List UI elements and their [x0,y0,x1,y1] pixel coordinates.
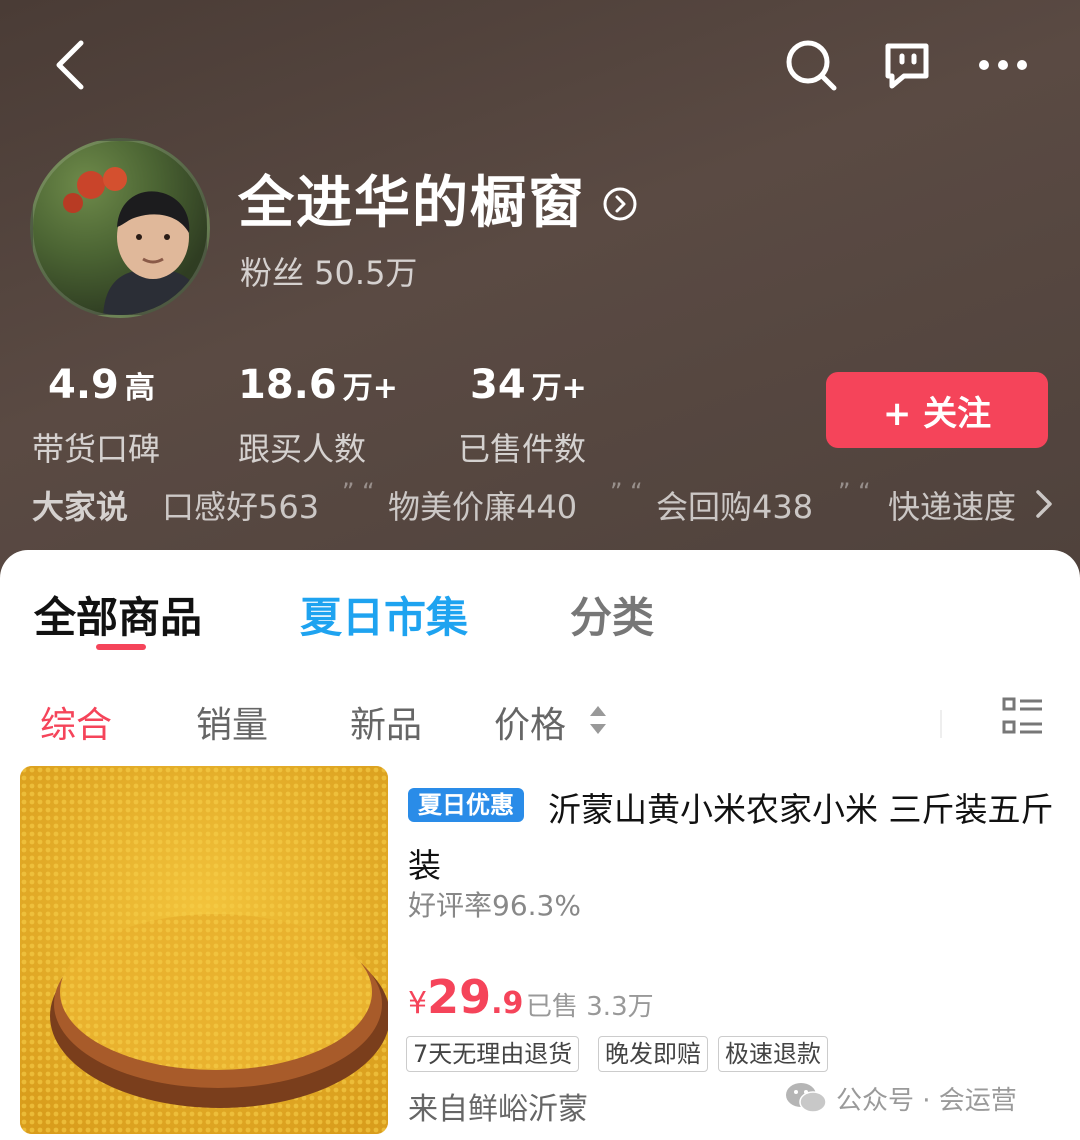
stat-reputation[interactable]: 4.9 高 带货口碑 [32,362,160,468]
seller-source[interactable]: 来自鲜峪沂蒙 [408,1084,588,1128]
store-header: 全进华的橱窗 粉丝 50.5万 4.9 高 带货口碑 18.6 万+ 跟买人数 34… [0,0,1080,580]
more-button[interactable] [970,34,1036,96]
divider [940,710,942,738]
sort-sales[interactable]: 销量 [196,696,268,748]
stat-value: 34 [470,362,526,408]
sold-count: 已售 3.3万 [526,992,654,1022]
product-panel: 全部商品 夏日市集 分类 综合 销量 新品 价格 沂蒙山黄小米农家小米 三斤装五… [0,550,1080,1140]
quote-mark-icon: ” “ [342,478,375,506]
list-view-icon[interactable] [1002,696,1044,738]
summer-promo-badge: 夏日优惠 [408,788,524,822]
tab-summer-market[interactable]: 夏日市集 [300,584,468,645]
sort-new[interactable]: 新品 [350,696,422,748]
product-image[interactable] [20,766,388,1134]
watermark-text: 公众号 · 会运营 [836,1085,1017,1116]
stat-label: 已售件数 [458,430,587,468]
stat-label: 带货口碑 [32,430,161,468]
stat-label: 跟买人数 [238,430,367,468]
store-name[interactable]: 全进华的橱窗 [238,158,586,239]
chevron-right-circle-icon[interactable] [602,186,638,222]
back-button[interactable] [40,30,100,100]
sort-comprehensive[interactable]: 综合 [40,696,112,748]
service-tag: 晚发即赔 [598,1036,708,1072]
search-icon [786,40,837,91]
search-button[interactable] [780,34,842,96]
chevron-right-icon[interactable] [1032,486,1052,522]
chat-icon [885,43,929,89]
stat-unit: 万+ [531,371,587,406]
customer-service-button[interactable] [876,34,938,96]
millet-photo [20,766,388,1134]
currency-symbol: ¥ [408,986,428,1021]
review-chip[interactable]: 会回购438 [656,482,813,528]
stat-followers-buying[interactable]: 18.6 万+ 跟买人数 [238,362,398,468]
reviews-strip[interactable]: 大家说 口感好563 ” “ 物美价廉440 ” “ 会回购438 ” “ 快递… [32,478,1052,528]
price-integer: 29 [427,970,492,1024]
rating-text: 好评率96.3% [408,889,581,922]
review-chip[interactable]: 物美价廉440 [388,482,577,528]
review-chip[interactable]: 口感好563 [162,482,319,528]
price-decimal: .9 [491,986,524,1021]
avatar-portrait [63,167,205,315]
quote-mark-icon: ” “ [838,478,871,506]
price: ¥29.9 [408,970,523,1024]
tab-all-products[interactable]: 全部商品 [34,584,202,645]
reviews-title: 大家说 [32,488,129,526]
chevron-left-icon [56,40,84,90]
more-dots-icon [979,60,1027,70]
wechat-icon [786,1083,827,1113]
quote-mark-icon: ” “ [610,478,643,506]
review-chip[interactable]: 快递速度 [888,482,1018,528]
stat-unit: 高 [124,371,155,406]
stat-value: 4.9 [48,362,119,408]
fans-count: 粉丝 50.5万 [240,254,418,292]
stat-unit: 万+ [342,371,398,406]
service-tag: 7天无理由退货 [406,1036,580,1072]
store-avatar[interactable] [30,138,210,318]
active-tab-indicator [96,644,146,650]
stat-value: 18.6 [238,362,337,408]
stat-items-sold[interactable]: 34 万+ 已售件数 [458,362,587,468]
watermark: 公众号 · 会运营 [784,1080,1017,1116]
sort-updown-icon[interactable] [588,704,608,736]
follow-button[interactable]: + 关注 [826,372,1048,448]
tab-category[interactable]: 分类 [570,584,654,645]
sort-price[interactable]: 价格 [494,696,566,748]
service-tag: 极速退款 [718,1036,828,1072]
